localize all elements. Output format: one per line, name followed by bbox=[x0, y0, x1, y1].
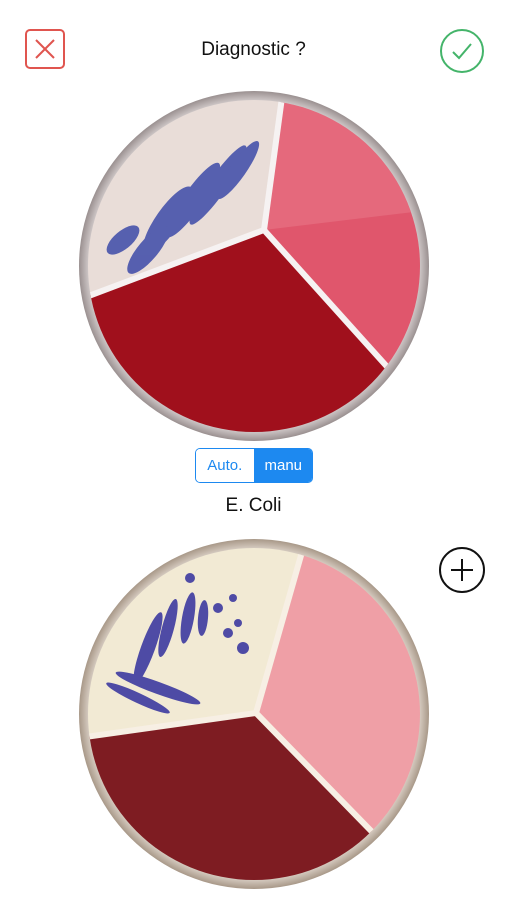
page-title: Diagnostic ? bbox=[201, 39, 306, 60]
add-button[interactable] bbox=[439, 547, 485, 593]
mode-manu-option[interactable]: manu bbox=[254, 449, 312, 482]
sample-plate-image bbox=[78, 90, 430, 442]
result-label: E. Coli bbox=[225, 495, 282, 516]
check-icon bbox=[452, 43, 472, 60]
plus-icon bbox=[451, 559, 473, 581]
mode-toggle[interactable]: Auto. manu bbox=[195, 448, 313, 483]
confirm-button[interactable] bbox=[440, 29, 484, 73]
reference-plate-image bbox=[78, 538, 430, 890]
mode-auto-option[interactable]: Auto. bbox=[196, 449, 255, 482]
